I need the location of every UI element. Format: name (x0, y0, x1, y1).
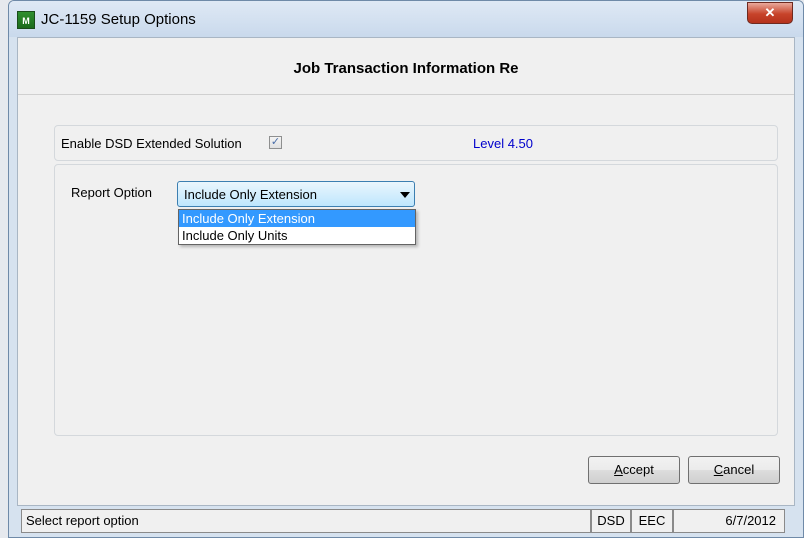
status-panel-eec: EEC (631, 509, 673, 533)
app-logo-icon[interactable]: M (17, 11, 35, 29)
level-text: Level 4.50 (473, 136, 533, 151)
report-option-label: Report Option (71, 185, 152, 200)
report-options-group: Report Option Include Only Extension Inc… (54, 164, 778, 436)
close-icon: ✕ (764, 5, 776, 20)
form-heading: Job Transaction Information Re (293, 60, 519, 77)
status-date: 6/7/2012 (673, 509, 785, 533)
option-include-only-units[interactable]: Include Only Units (179, 227, 415, 244)
checkmark-icon: ✓ (270, 136, 281, 148)
accept-label: ccept (622, 462, 654, 477)
chevron-down-icon[interactable] (400, 192, 410, 198)
desktop-edge (0, 0, 8, 538)
cancel-label: ancel (723, 462, 755, 477)
extended-solution-group: Enable DSD Extended Solution ✓ Level 4.5… (54, 125, 778, 161)
status-panel-dsd: DSD (591, 509, 631, 533)
window-title: JC-1159 Setup Options (41, 11, 196, 28)
report-option-value: Include Only Extension (184, 187, 317, 202)
status-bar: Select report option DSD EEC 6/7/2012 (17, 509, 795, 533)
heading-divider (18, 94, 794, 95)
cancel-button[interactable]: Cancel (688, 456, 780, 484)
cancel-accelerator: C (713, 462, 724, 477)
title-bar[interactable]: M JC-1159 Setup Options ✕ (9, 1, 803, 37)
enable-dsd-checkbox[interactable]: ✓ (269, 136, 282, 149)
accept-accelerator: A (614, 462, 623, 477)
status-message: Select report option (21, 509, 591, 533)
enable-dsd-label: Enable DSD Extended Solution (61, 136, 242, 151)
dialog-client-area: Job Transaction Information Re Enable DS… (17, 37, 795, 506)
setup-options-window: M JC-1159 Setup Options ✕ Job Transactio… (8, 0, 804, 538)
accept-button[interactable]: Accept (588, 456, 680, 484)
report-option-select[interactable]: Include Only Extension (177, 181, 415, 207)
close-button[interactable]: ✕ (747, 2, 793, 24)
option-include-only-extension[interactable]: Include Only Extension (179, 210, 415, 227)
report-option-dropdown-list: Include Only Extension Include Only Unit… (178, 209, 416, 245)
